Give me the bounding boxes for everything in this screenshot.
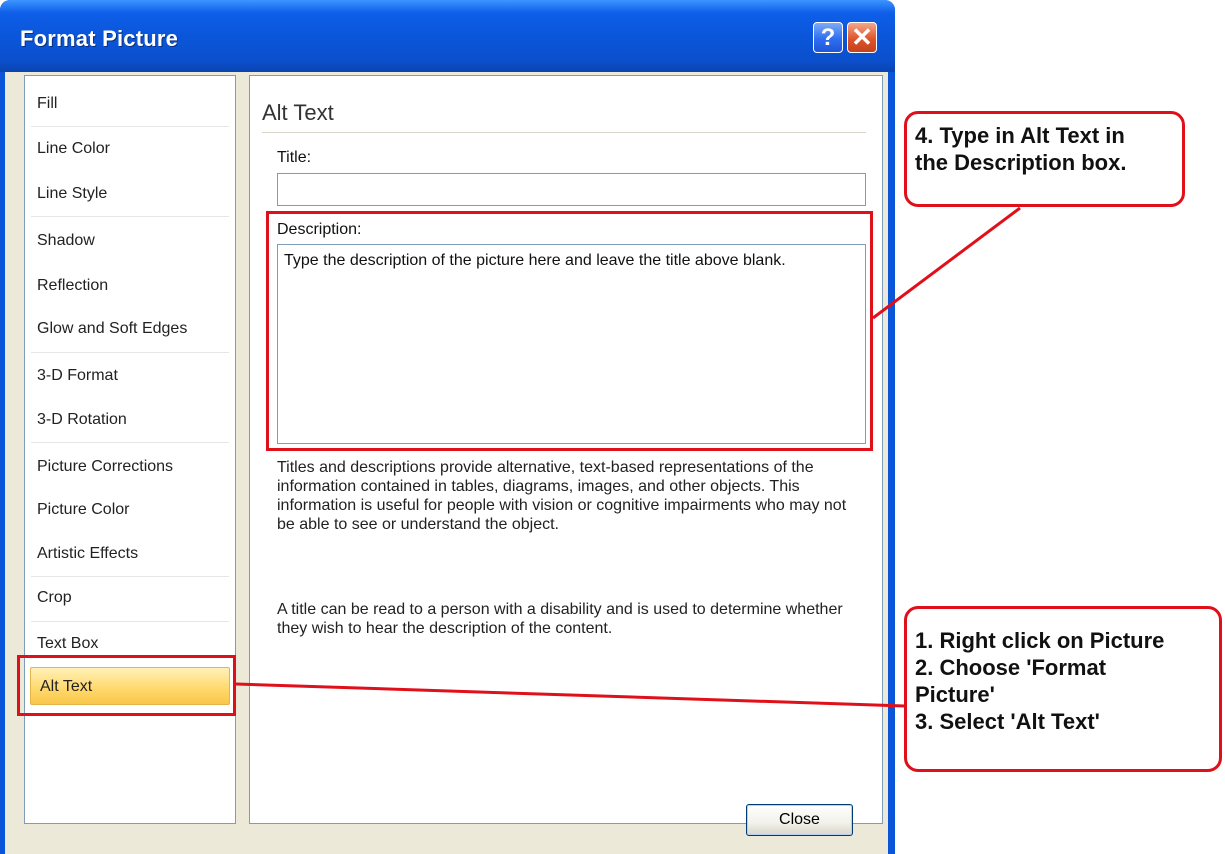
help-icon: ? [820, 23, 836, 51]
category-picture-color[interactable]: Picture Color [25, 495, 235, 525]
callout-line: the Description box. [915, 150, 1127, 175]
callout-step-4: 4. Type in Alt Text in the Description b… [904, 111, 1185, 207]
callout-line: 3. Select 'Alt Text' [915, 709, 1100, 734]
category-line-color[interactable]: Line Color [25, 134, 235, 164]
window-close-button[interactable]: ✕ [847, 22, 877, 53]
category-3d-rotation[interactable]: 3-D Rotation [25, 405, 235, 435]
close-icon: ✕ [851, 22, 873, 52]
category-artistic-effects[interactable]: Artistic Effects [25, 539, 235, 569]
category-picture-corrections[interactable]: Picture Corrections [25, 452, 235, 482]
help-text-paragraph: Titles and descriptions provide alternat… [277, 459, 847, 533]
callout-line: 1. Right click on Picture [915, 628, 1165, 653]
callout-line: Picture' [915, 682, 995, 707]
dialog-title: Format Picture [20, 26, 179, 51]
category-divider [31, 621, 229, 622]
category-line-style[interactable]: Line Style [25, 179, 235, 209]
category-fill[interactable]: Fill [25, 89, 235, 119]
help-text-paragraph: A title can be read to a person with a d… [277, 601, 843, 637]
category-divider [31, 442, 229, 443]
description-highlight-box [266, 211, 873, 451]
category-divider [31, 216, 229, 217]
category-crop[interactable]: Crop [25, 583, 235, 613]
title-label: Title: [277, 149, 312, 166]
close-button[interactable]: Close [746, 804, 853, 836]
category-divider [31, 352, 229, 353]
alt-text-highlight-box [17, 655, 236, 716]
category-3d-format[interactable]: 3-D Format [25, 361, 235, 391]
category-divider [31, 126, 229, 127]
category-shadow[interactable]: Shadow [25, 226, 235, 256]
title-input[interactable] [277, 173, 866, 206]
panel-heading: Alt Text [262, 100, 334, 125]
dialog-body: Fill Line Color Line Style Shadow Reflec… [5, 72, 888, 854]
callout-line: 2. Choose 'Format [915, 655, 1107, 680]
category-divider [31, 576, 229, 577]
callout-steps-1-3: 1. Right click on Picture 2. Choose 'For… [904, 606, 1222, 772]
category-reflection[interactable]: Reflection [25, 271, 235, 301]
heading-divider [262, 132, 866, 133]
title-bar[interactable]: Format Picture ? ✕ [0, 0, 895, 72]
callout-line: 4. Type in Alt Text in [915, 123, 1125, 148]
help-button[interactable]: ? [813, 22, 843, 53]
category-glow-soft-edges[interactable]: Glow and Soft Edges [25, 314, 235, 344]
